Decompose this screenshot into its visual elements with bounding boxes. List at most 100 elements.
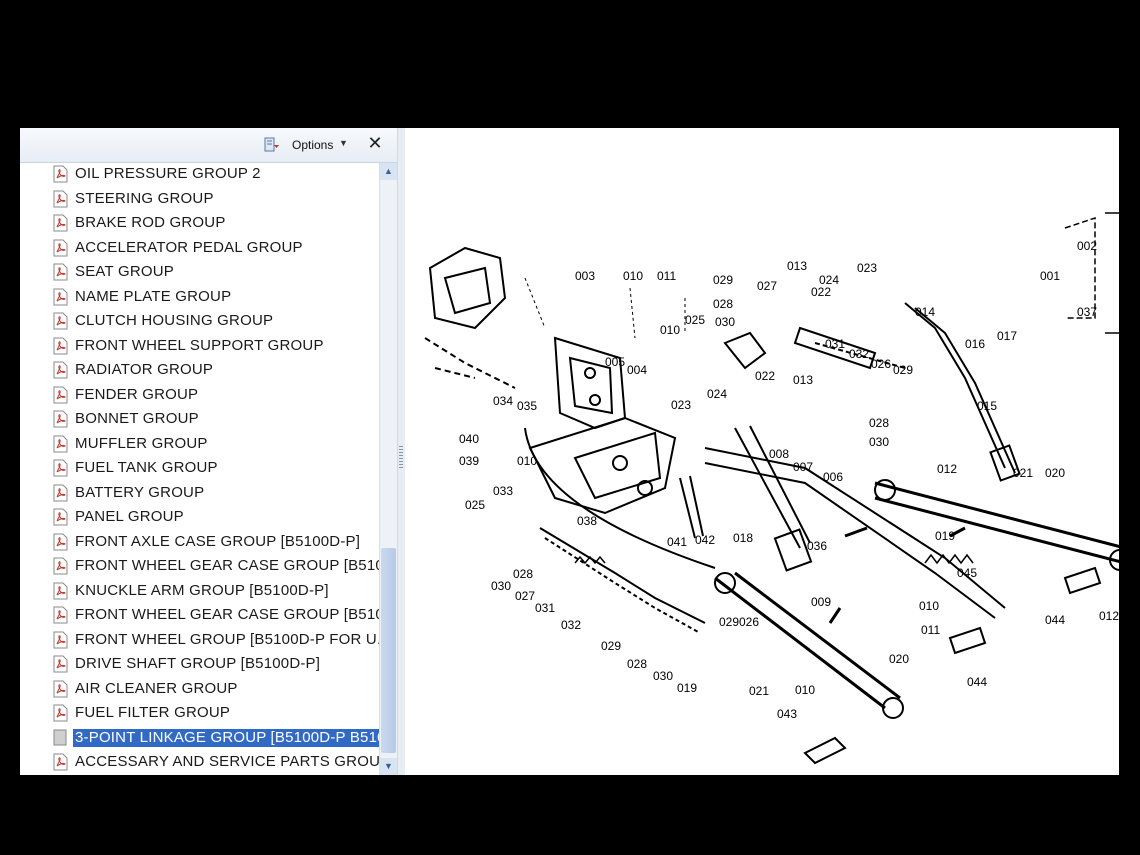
bookmark-item[interactable]: STEERING GROUP	[52, 188, 380, 212]
part-callout-label: 020	[1045, 466, 1065, 480]
bookmark-item[interactable]: FRONT WHEEL GEAR CASE GROUP [B5100	[52, 555, 380, 579]
pdf-bookmark-icon	[52, 312, 69, 330]
part-callout-label: 028	[627, 657, 647, 671]
bookmark-item[interactable]: BRAKE ROD GROUP	[52, 212, 380, 236]
part-callout-label: 029	[719, 615, 739, 629]
bookmark-item[interactable]: FRONT AXLE CASE GROUP [B5100D-P]	[52, 531, 380, 555]
bookmarks-panel: Options ▼ ✕ OIL PRESSURE GROUP 2 STEERING…	[20, 128, 405, 775]
bookmark-label: KNUCKLE ARM GROUP [B5100D-P]	[75, 581, 329, 599]
bookmark-item[interactable]: FUEL TANK GROUP	[52, 457, 380, 481]
pdf-bookmark-icon	[52, 557, 69, 575]
part-callout-label: 045	[957, 566, 977, 580]
bookmark-item[interactable]: DRIVE SHAFT GROUP [B5100D-P]	[52, 653, 380, 677]
bookmark-scrollbar[interactable]: ▲ ▼	[379, 163, 397, 775]
part-callout-label: 011	[657, 269, 676, 283]
close-icon[interactable]: ✕	[366, 133, 384, 154]
part-callout-label: 034	[493, 394, 513, 408]
part-callout-label: 026	[871, 357, 891, 371]
part-callout-label: 033	[493, 484, 513, 498]
part-callout-label: 020	[889, 652, 909, 666]
part-callout-label: 035	[517, 399, 537, 413]
bookmark-label: FENDER GROUP	[75, 385, 199, 403]
bookmark-item[interactable]: 3-POINT LINKAGE GROUP [B5100D-P B5100	[52, 727, 380, 751]
part-callout-label: 001	[1040, 269, 1060, 283]
pdf-bookmark-icon	[52, 435, 69, 453]
part-callout-label: 026	[739, 615, 759, 629]
bookmark-label: SEAT GROUP	[75, 263, 174, 280]
bookmark-item[interactable]: PANEL GROUP	[52, 506, 380, 530]
bookmark-item[interactable]: BATTERY GROUP	[52, 482, 380, 506]
pdf-bookmark-icon	[52, 410, 69, 428]
bookmark-label: OIL PRESSURE GROUP 2	[75, 165, 261, 182]
bookmark-item[interactable]: FRONT WHEEL SUPPORT GROUP	[52, 335, 380, 359]
pdf-bookmark-icon	[52, 263, 69, 281]
splitter-grip[interactable]	[399, 446, 403, 470]
scroll-up-icon[interactable]: ▲	[380, 163, 397, 180]
chevron-down-icon[interactable]: ▼	[339, 138, 348, 148]
options-menu-button[interactable]: Options	[292, 138, 333, 152]
bookmark-item[interactable]: NAME PLATE GROUP	[52, 286, 380, 310]
scrollbar-thumb[interactable]	[381, 548, 396, 753]
part-callout-label: 018	[733, 531, 753, 545]
bookmark-item[interactable]: OIL PRESSURE GROUP 2	[52, 163, 380, 187]
bookmark-item[interactable]: MUFFLER GROUP	[52, 433, 380, 457]
pdf-bookmark-icon	[52, 631, 69, 649]
part-callout-label: 006	[823, 470, 843, 484]
bookmark-item[interactable]: BONNET GROUP	[52, 408, 380, 432]
bookmark-item[interactable]: FRONT WHEEL GEAR CASE GROUP [B5100	[52, 604, 380, 628]
bookmark-label: ACCELERATOR PEDAL GROUP	[75, 238, 303, 256]
pdf-bookmark-icon	[52, 190, 69, 208]
pdf-bookmark-icon	[52, 288, 69, 306]
pdf-bookmark-icon	[52, 680, 69, 698]
part-callout-label: 013	[793, 373, 813, 387]
part-callout-label: 028	[869, 416, 889, 430]
pdf-bookmark-icon	[52, 533, 69, 551]
pdf-bookmark-icon	[52, 337, 69, 355]
bookmark-item[interactable]: FUEL FILTER GROUP	[52, 702, 380, 726]
part-callout-label: 027	[515, 589, 535, 603]
pdf-bookmark-icon	[52, 704, 69, 722]
part-callout-label: 032	[561, 618, 581, 632]
part-callout-label: 007	[793, 460, 813, 474]
part-callout-label: 027	[757, 279, 777, 293]
part-callout-label: 028	[713, 297, 733, 311]
pdf-bookmark-icon	[52, 361, 69, 379]
part-callout-label: 015	[977, 399, 997, 413]
bookmark-label: FRONT WHEEL GROUP [B5100D-P FOR U.S	[75, 630, 380, 648]
bookmark-item[interactable]: RADIATOR GROUP	[52, 359, 380, 383]
pdf-bookmark-icon	[52, 459, 69, 477]
bookmark-item[interactable]: AIR CLEANER GROUP	[52, 678, 380, 702]
part-callout-label: 016	[965, 337, 985, 351]
panel-splitter[interactable]	[397, 128, 405, 775]
part-callout-label: 028	[513, 567, 533, 581]
pdf-bookmark-icon	[52, 655, 69, 673]
bookmark-label: FRONT AXLE CASE GROUP [B5100D-P]	[75, 532, 361, 550]
part-callout-label: 014	[915, 305, 935, 319]
bookmark-item[interactable]: FENDER GROUP	[52, 384, 380, 408]
part-callout-label: 019	[677, 681, 697, 695]
pdf-bookmark-icon	[52, 484, 69, 502]
part-callout-label: 030	[491, 579, 511, 593]
pdf-bookmark-icon	[52, 753, 69, 771]
bookmark-label: BONNET GROUP	[75, 410, 199, 427]
bookmark-label: FRONT WHEEL GEAR CASE GROUP [B5100	[75, 557, 380, 574]
bookmark-label: FUEL TANK GROUP	[75, 459, 218, 476]
bookmark-item[interactable]: ACCESSARY AND SERVICE PARTS GROUP	[52, 751, 380, 775]
pdf-bookmark-icon	[52, 606, 69, 624]
part-callout-label: 021	[1013, 466, 1033, 480]
scroll-down-icon[interactable]: ▼	[380, 758, 397, 775]
bookmark-item[interactable]: FRONT WHEEL GROUP [B5100D-P FOR U.S	[52, 629, 380, 653]
part-callout-label: 043	[777, 707, 797, 721]
bookmark-item[interactable]: ACCELERATOR PEDAL GROUP	[52, 237, 380, 261]
bookmark-item[interactable]: KNUCKLE ARM GROUP [B5100D-P]	[52, 580, 380, 604]
bookmark-label: PANEL GROUP	[75, 508, 184, 525]
bookmark-label: FRONT WHEEL GEAR CASE GROUP [B5100	[75, 606, 380, 623]
part-callout-label: 009	[811, 595, 831, 609]
part-callout-label: 002	[1077, 239, 1097, 253]
bookmark-item[interactable]: SEAT GROUP	[52, 261, 380, 285]
bookmark-options-icon[interactable]	[264, 137, 280, 153]
bookmark-label: BATTERY GROUP	[75, 483, 205, 501]
part-callout-label: 010	[795, 683, 815, 697]
bookmark-item[interactable]: CLUTCH HOUSING GROUP	[52, 310, 380, 334]
part-callout-label: 010	[623, 269, 643, 283]
